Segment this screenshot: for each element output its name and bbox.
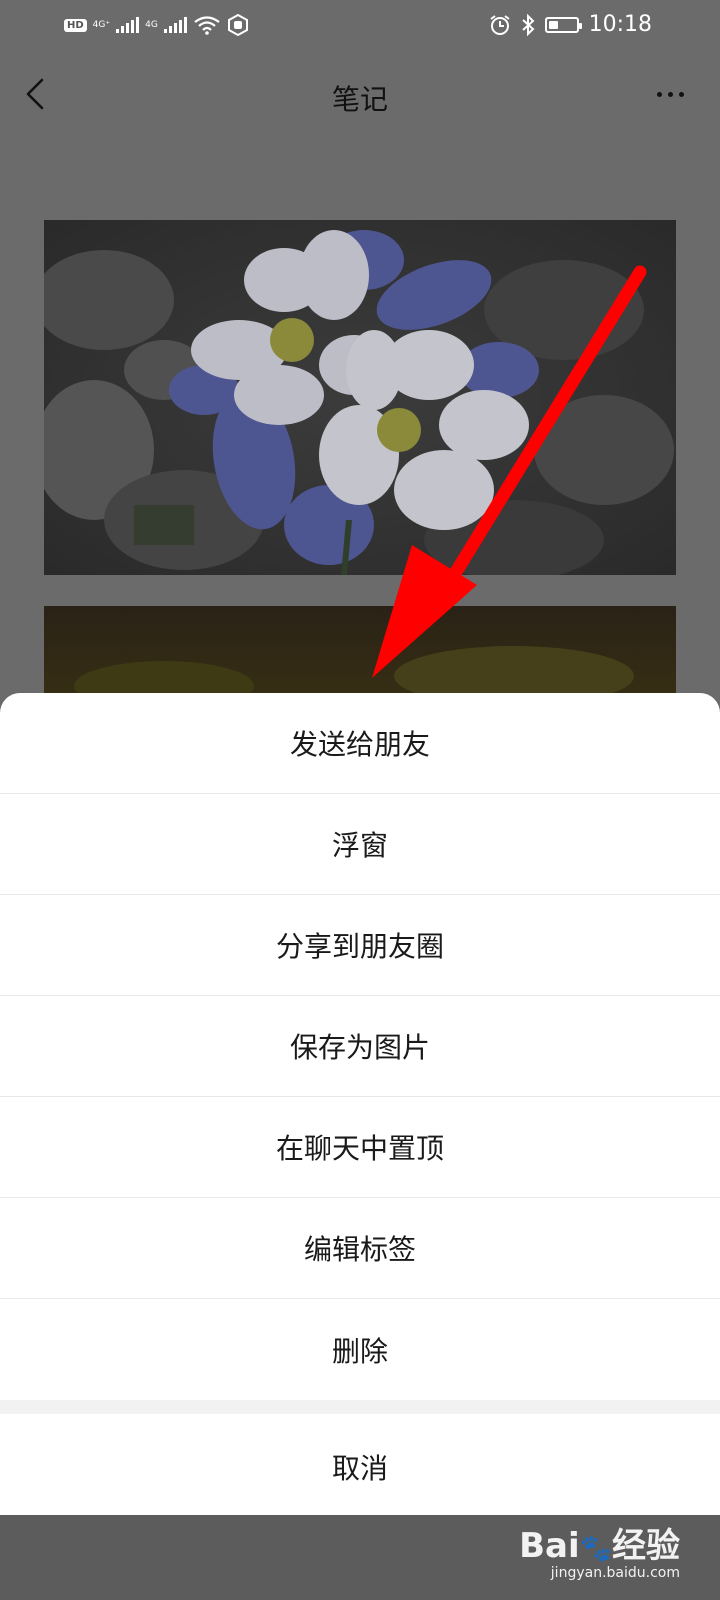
- watermark-brand: Bai: [519, 1526, 580, 1566]
- pin-in-chat-option[interactable]: 在聊天中置顶: [0, 1097, 720, 1198]
- save-as-image-option[interactable]: 保存为图片: [0, 996, 720, 1097]
- wifi-icon: [194, 16, 220, 35]
- baidu-jingyan-watermark: Bai🐾经验 jingyan.baidu.com: [519, 1518, 680, 1581]
- share-to-moments-option[interactable]: 分享到朋友圈: [0, 895, 720, 996]
- status-right: 10:18: [489, 12, 652, 37]
- sheet-divider: [0, 1400, 720, 1414]
- network-type-1: 4G⁺: [92, 20, 111, 30]
- battery-icon: [544, 16, 582, 33]
- clock: 10:18: [588, 12, 652, 37]
- more-dot-icon: [678, 91, 684, 97]
- watermark-url: jingyan.baidu.com: [550, 1565, 680, 1581]
- page-title: 笔记: [331, 83, 388, 116]
- more-dot-icon: [656, 91, 662, 97]
- send-to-friend-option[interactable]: 发送给朋友: [0, 693, 720, 794]
- alarm-icon: [489, 14, 510, 35]
- signal-icon-2: [163, 17, 187, 33]
- more-button[interactable]: [650, 82, 690, 106]
- hand-icon: [227, 14, 248, 36]
- hd-badge: HD: [64, 18, 87, 32]
- watermark-brand-suffix: 经验: [612, 1526, 680, 1566]
- watermark-logo: Bai🐾经验: [519, 1518, 680, 1567]
- delete-option[interactable]: 删除: [0, 1299, 720, 1400]
- cancel-button[interactable]: 取消: [0, 1414, 720, 1515]
- title-bar: 笔记: [0, 60, 720, 130]
- floating-window-option[interactable]: 浮窗: [0, 794, 720, 895]
- more-dot-icon: [667, 91, 673, 97]
- status-bar: HD 4G⁺ 4G 10:18: [0, 0, 720, 52]
- paw-icon: 🐾: [579, 1534, 612, 1564]
- note-image-flower[interactable]: [44, 220, 676, 575]
- signal-icon: [116, 17, 140, 33]
- status-left: HD 4G⁺ 4G: [64, 14, 249, 36]
- bluetooth-icon: [521, 13, 535, 36]
- battery-fill: [548, 20, 558, 29]
- action-sheet: 发送给朋友 浮窗 分享到朋友圈 保存为图片 在聊天中置顶 编辑标签 删除 取消: [0, 693, 720, 1515]
- edit-tags-option[interactable]: 编辑标签: [0, 1198, 720, 1299]
- network-type-2: 4G: [145, 20, 158, 30]
